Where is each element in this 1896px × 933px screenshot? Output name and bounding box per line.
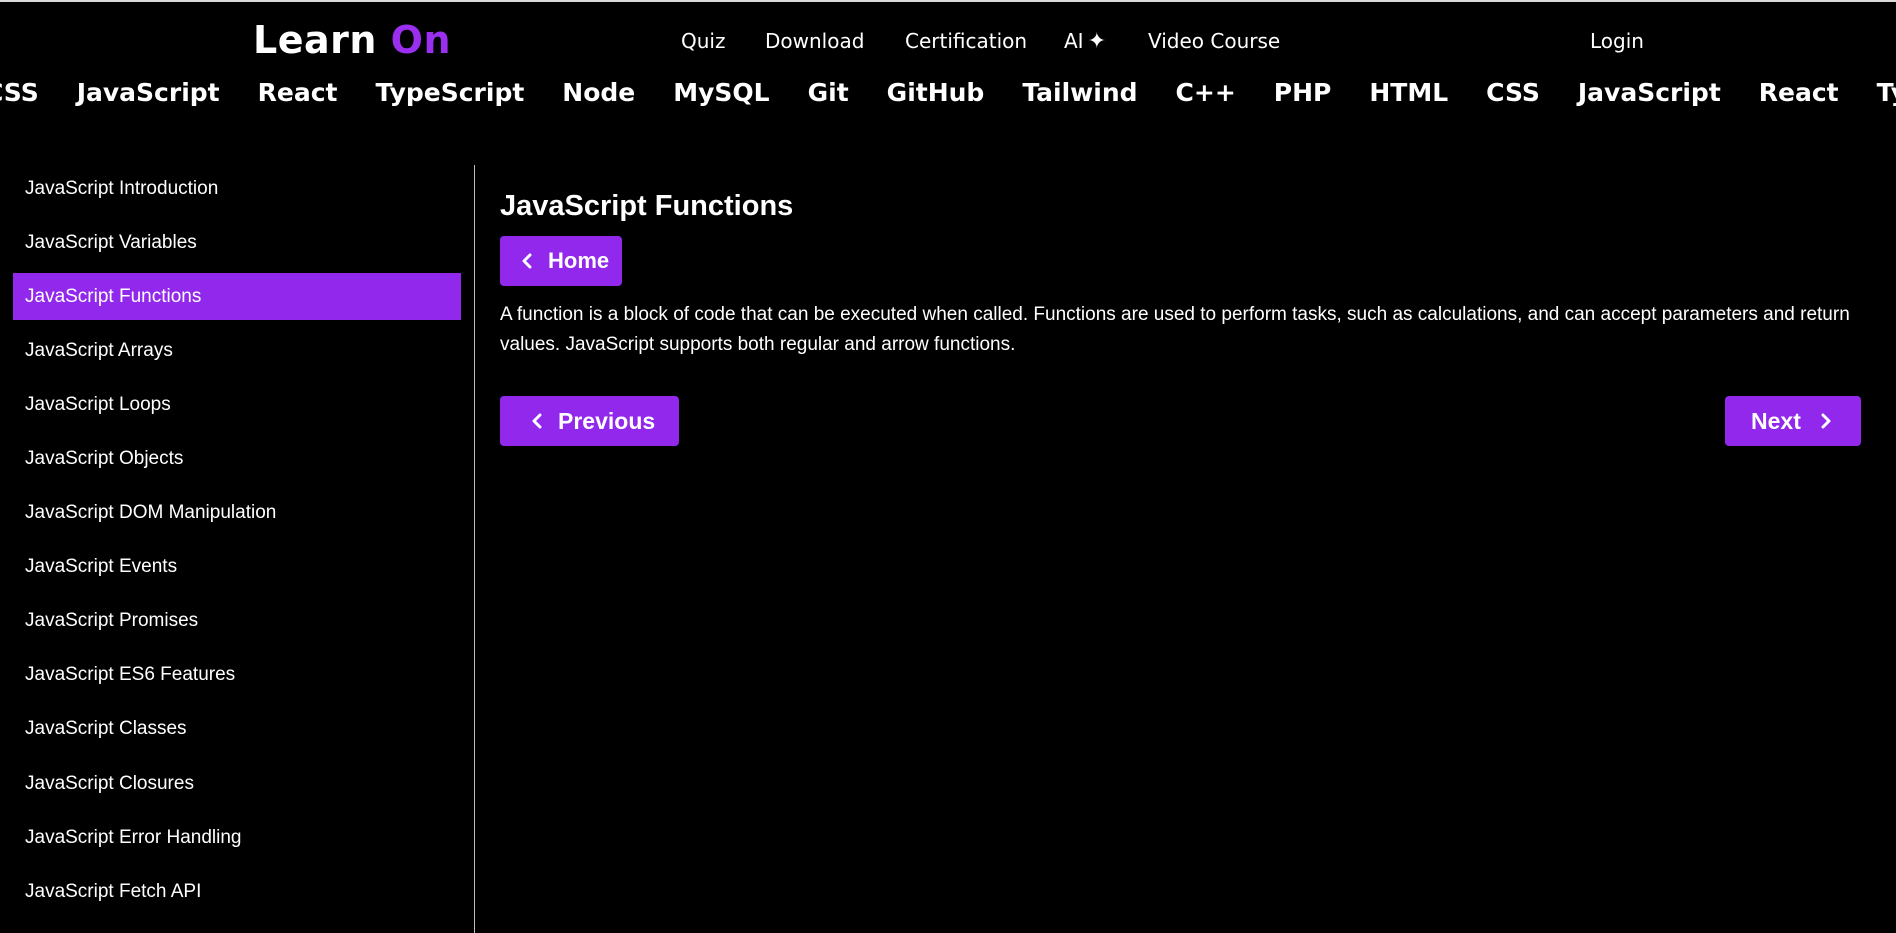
sidebar-item[interactable]: JavaScript Functions: [13, 273, 461, 321]
topic-link[interactable]: C++: [1176, 78, 1236, 107]
topic-link[interactable]: Tailwind: [1022, 78, 1137, 107]
topic-link[interactable]: JavaScript: [77, 78, 220, 107]
nav-certification-link[interactable]: Certification: [905, 29, 1027, 53]
topic-link[interactable]: Git: [808, 78, 849, 107]
topic-link[interactable]: CSS: [1486, 78, 1540, 107]
topics-track: CSS JavaScript React TypeScript Node MySQL Git…: [0, 78, 1896, 107]
sidebar-item[interactable]: JavaScript Fetch API: [13, 868, 461, 915]
topic-link[interactable]: React: [1759, 78, 1839, 107]
lesson-sidebar: JavaScript Introduction JavaScript Variab…: [13, 165, 461, 933]
topics-marquee: CSS JavaScript React TypeScript Node MySQL Git…: [0, 75, 1896, 125]
sidebar-item[interactable]: JavaScript ES6 Features: [13, 652, 461, 699]
next-button[interactable]: Next: [1725, 396, 1861, 446]
topic-link[interactable]: Node: [562, 78, 635, 107]
nav-video-course-link[interactable]: Video Course: [1148, 29, 1280, 53]
site-logo[interactable]: Learn On: [253, 18, 451, 62]
logo-text-accent: On: [390, 18, 452, 62]
page-title: JavaScript Functions: [500, 190, 794, 222]
top-navigation-bar: Learn On Quiz Download Certification AI ✦…: [0, 0, 1896, 75]
sidebar-item[interactable]: JavaScript Objects: [13, 435, 461, 482]
nav-download-link[interactable]: Download: [765, 29, 864, 53]
sidebar-item[interactable]: JavaScript Closures: [13, 760, 461, 807]
topic-link[interactable]: TypeScript: [375, 78, 524, 107]
sidebar-item[interactable]: JavaScript Error Handling: [13, 814, 461, 861]
nav-ai-label: AI: [1064, 29, 1084, 53]
sidebar-item[interactable]: JavaScript Variables: [13, 219, 461, 266]
login-link[interactable]: Login: [1590, 29, 1644, 53]
nav-ai-link[interactable]: AI ✦: [1064, 29, 1106, 54]
sidebar-item[interactable]: JavaScript Classes: [13, 706, 461, 753]
chevron-left-icon: [526, 410, 548, 432]
topic-link[interactable]: CSS: [0, 78, 39, 107]
sidebar-item[interactable]: JavaScript Loops: [13, 381, 461, 428]
topic-link[interactable]: React: [258, 78, 338, 107]
topic-link[interactable]: PHP: [1274, 78, 1332, 107]
topic-link[interactable]: HTML: [1369, 78, 1448, 107]
topic-link[interactable]: JavaScript: [1578, 78, 1721, 107]
logo-text-main: Learn: [253, 18, 377, 62]
sidebar-item[interactable]: JavaScript Promises: [13, 598, 461, 645]
nav-quiz-link[interactable]: Quiz: [681, 29, 725, 53]
topic-link[interactable]: GitHub: [887, 78, 985, 107]
chevron-left-icon: [516, 250, 538, 272]
main-content: JavaScript Functions Home A function is …: [500, 184, 1876, 446]
previous-button[interactable]: Previous: [500, 396, 680, 446]
home-button-label: Home: [548, 248, 610, 273]
sidebar-item[interactable]: JavaScript Events: [13, 544, 461, 591]
sidebar-item[interactable]: JavaScript Introduction: [13, 165, 461, 212]
topic-link[interactable]: MySQL: [673, 78, 769, 107]
home-button[interactable]: Home: [500, 236, 623, 286]
previous-button-label: Previous: [558, 407, 656, 434]
sidebar-item[interactable]: JavaScript Arrays: [13, 327, 461, 374]
lesson-description: A function is a block of code that can b…: [500, 304, 1850, 355]
next-button-label: Next: [1751, 407, 1801, 434]
chevron-right-icon: [1815, 410, 1837, 432]
sparkle-icon: ✦: [1087, 29, 1107, 54]
topic-link[interactable]: TypeScript: [1877, 78, 1896, 107]
sidebar-divider: [474, 165, 475, 933]
sidebar-item[interactable]: JavaScript DOM Manipulation: [13, 490, 461, 537]
